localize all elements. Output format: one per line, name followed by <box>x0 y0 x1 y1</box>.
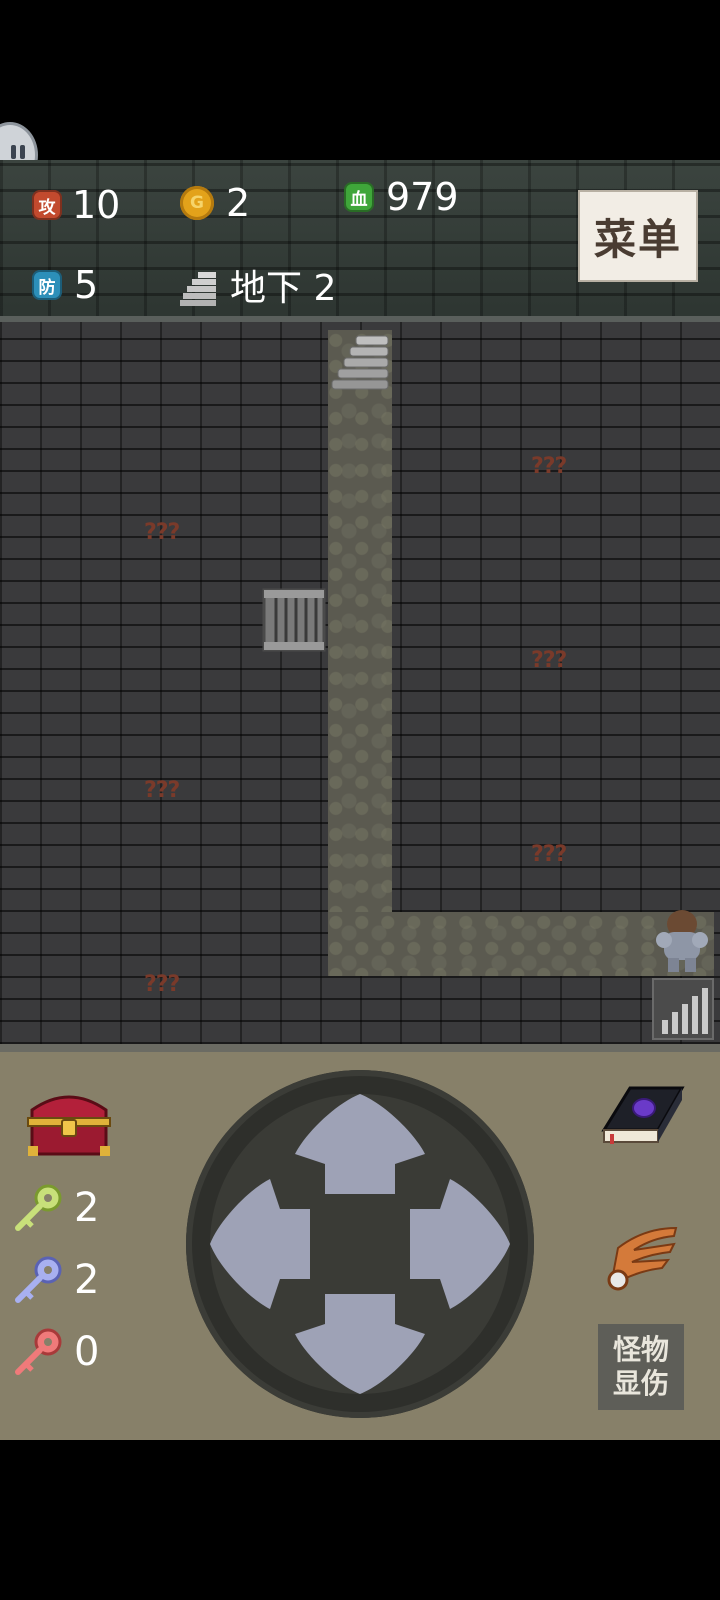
unknown-monster[interactable]: ??? <box>144 520 180 545</box>
attack-stat: 攻 10 <box>32 186 120 224</box>
dpad-right-button[interactable] <box>410 1179 510 1309</box>
floor-path-vertical <box>328 330 392 976</box>
spellbook-icon[interactable] <box>600 1080 686 1152</box>
attack-value: 10 <box>72 183 121 227</box>
hero-sprite <box>656 910 708 972</box>
unknown-monster[interactable]: ??? <box>144 972 180 997</box>
unknown-monster[interactable]: ??? <box>531 454 567 479</box>
wing-icon[interactable] <box>604 1222 680 1294</box>
damage-toggle-label-2: 显伤 <box>612 1367 669 1400</box>
floor-indicator: 地下 2 <box>180 270 336 308</box>
unknown-monster[interactable]: ??? <box>144 778 180 803</box>
key-icon <box>15 1256 62 1303</box>
stairs-icon <box>180 272 216 306</box>
map-border <box>0 1044 720 1052</box>
floor-label: 地下 2 <box>230 268 337 309</box>
blue-key-count: 2 <box>74 1257 100 1303</box>
blue-key-counter: 2 <box>12 1254 99 1306</box>
gold-coin-icon: G <box>180 186 214 220</box>
gold-stat: G 2 <box>180 184 250 222</box>
hp-value: 979 <box>386 175 459 219</box>
dpad-up-button[interactable] <box>295 1094 425 1194</box>
pause-bar-icon <box>11 145 16 159</box>
hp-icon: 血 <box>344 182 374 212</box>
hp-stat: 血 979 <box>344 178 459 216</box>
defense-value: 5 <box>74 263 99 307</box>
yellow-key-count: 2 <box>74 1185 100 1231</box>
monster-damage-toggle[interactable]: 怪物 显伤 <box>598 1324 684 1410</box>
attack-icon: 攻 <box>32 190 62 220</box>
defense-icon: 防 <box>32 270 62 300</box>
yellow-key-counter: 2 <box>12 1182 99 1234</box>
stairs-down-icon[interactable] <box>652 978 714 1040</box>
unknown-monster[interactable]: ??? <box>531 648 567 673</box>
dpad-left-button[interactable] <box>210 1179 310 1309</box>
defense-stat: 防 5 <box>32 266 98 304</box>
key-icon <box>15 1184 62 1231</box>
key-icon <box>15 1328 62 1375</box>
red-key-count: 0 <box>74 1329 100 1375</box>
unknown-monster[interactable]: ??? <box>531 842 567 867</box>
pause-bar-icon <box>20 145 25 159</box>
damage-toggle-label-1: 怪物 <box>612 1333 669 1367</box>
dpad-arrows <box>210 1094 510 1394</box>
treasure-chest-icon[interactable] <box>24 1088 114 1160</box>
iron-gate-icon[interactable] <box>262 588 326 652</box>
dpad-down-button[interactable] <box>295 1294 425 1394</box>
menu-button[interactable]: 菜单 <box>578 190 698 282</box>
gold-value: 2 <box>226 181 251 225</box>
stairs-up-icon[interactable] <box>330 332 392 392</box>
red-key-counter: 0 <box>12 1326 99 1378</box>
